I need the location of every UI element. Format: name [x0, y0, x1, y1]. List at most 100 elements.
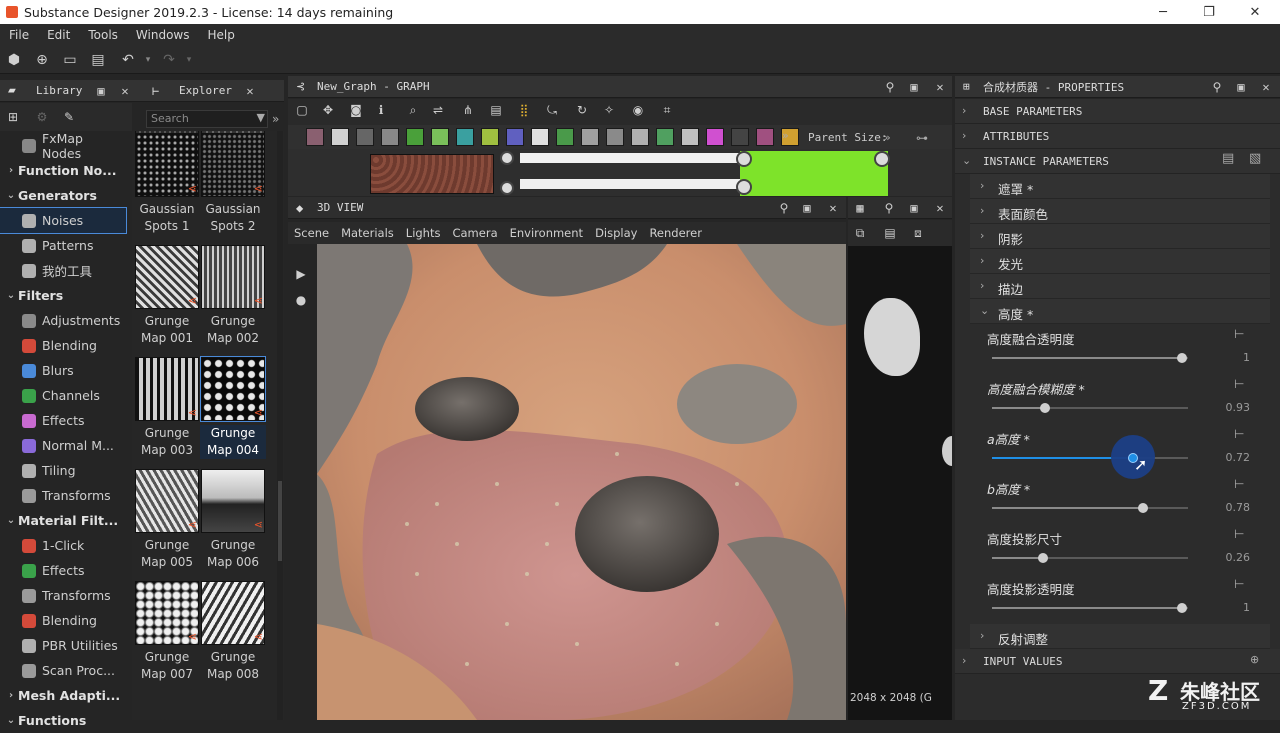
expand-arrow-icon[interactable]: ⌄: [4, 515, 18, 526]
library-category[interactable]: › Mesh Adapti...: [0, 683, 126, 708]
view3d-menu-item[interactable]: Environment: [504, 226, 589, 240]
library-category[interactable]: ⌄ Material Filt...: [0, 508, 126, 533]
graph-port[interactable]: [500, 151, 514, 165]
node-palette-icon[interactable]: [481, 128, 499, 146]
menu-file[interactable]: File: [0, 28, 38, 42]
close-button[interactable]: ✕: [1232, 0, 1278, 24]
graph-node-green[interactable]: [740, 151, 888, 196]
library-tab[interactable]: Library: [36, 84, 82, 97]
library-item[interactable]: Effects: [0, 558, 126, 583]
library-item[interactable]: FxMap Nodes: [0, 131, 126, 161]
library-item[interactable]: Blending: [0, 608, 126, 633]
library-category[interactable]: ⌄ Functions: [0, 708, 126, 733]
light-bulb-icon[interactable]: ●: [293, 292, 309, 308]
node-thumbnail[interactable]: ⋖: [135, 581, 199, 645]
section-arrow-icon[interactable]: ⌄: [962, 154, 971, 167]
expand-arrow-icon[interactable]: ⌄: [4, 290, 18, 301]
view3d-menu-item[interactable]: Materials: [335, 226, 400, 240]
reset-parameter-icon[interactable]: ⊢: [1234, 527, 1244, 541]
close-library-icon[interactable]: ✕: [117, 83, 133, 99]
close-3d-icon[interactable]: ✕: [825, 200, 841, 216]
library-item[interactable]: Noises: [0, 207, 127, 234]
library-item[interactable]: Channels: [0, 383, 126, 408]
group-arrow-icon[interactable]: ›: [980, 254, 984, 267]
node-palette-icon[interactable]: [731, 128, 749, 146]
explorer-tab[interactable]: Explorer: [179, 84, 232, 97]
preset-icon[interactable]: ▤: [1222, 151, 1234, 166]
slider-handle[interactable]: [1138, 503, 1148, 513]
reset-parameter-icon[interactable]: ⊢: [1234, 377, 1244, 391]
reset-parameter-icon[interactable]: ⊢: [1234, 577, 1244, 591]
library-category[interactable]: › Function No...: [0, 158, 126, 183]
group-arrow-icon[interactable]: ›: [980, 179, 984, 192]
minimize-button[interactable]: ─: [1140, 0, 1186, 24]
node-palette-icon[interactable]: [681, 128, 699, 146]
node-palette-icon[interactable]: [381, 128, 399, 146]
expand-arrow-icon[interactable]: ⌄: [4, 715, 18, 726]
graph-port[interactable]: [736, 179, 752, 195]
library-item[interactable]: Scan Proc...: [0, 658, 126, 683]
node-thumbnail[interactable]: ⋖: [135, 469, 199, 533]
group-arrow-icon[interactable]: ›: [980, 279, 984, 292]
pin-3d-icon[interactable]: ⚲: [776, 200, 792, 216]
float-3d-icon[interactable]: ▣: [799, 200, 815, 216]
reset-parameter-icon[interactable]: ⊢: [1234, 427, 1244, 441]
align-icon[interactable]: ▤: [488, 102, 504, 118]
node-palette-icon[interactable]: [431, 128, 449, 146]
edit-icon[interactable]: ✎: [61, 109, 77, 125]
restore-button[interactable]: ❐: [1186, 0, 1232, 24]
close-graph-icon[interactable]: ✕: [932, 79, 948, 95]
chevron-right-icon[interactable]: »: [272, 112, 279, 126]
expand-arrow-icon[interactable]: ›: [4, 165, 18, 176]
resolution-lock-icon[interactable]: ⊶: [916, 131, 928, 145]
graph-canvas[interactable]: [288, 149, 952, 196]
save-icon[interactable]: ▤: [89, 51, 107, 69]
library-item[interactable]: Adjustments: [0, 308, 126, 333]
library-item[interactable]: Transforms: [0, 583, 126, 608]
float-graph-icon[interactable]: ▣: [906, 79, 922, 95]
menu-help[interactable]: Help: [198, 28, 243, 42]
node-palette-icon[interactable]: [606, 128, 624, 146]
node-thumbnail[interactable]: ⋖: [201, 469, 265, 533]
pin-2d-icon[interactable]: ⚲: [881, 200, 897, 216]
slider-handle[interactable]: [1177, 603, 1187, 613]
slider-handle[interactable]: [1038, 553, 1048, 563]
library-category[interactable]: ⌄ Filters: [0, 283, 126, 308]
group-arrow-icon[interactable]: ›: [980, 229, 984, 242]
view3d-menu-item[interactable]: Camera: [446, 226, 503, 240]
save-image-icon[interactable]: ▤: [882, 225, 898, 241]
menu-edit[interactable]: Edit: [38, 28, 79, 42]
float-panel-icon[interactable]: ▣: [93, 83, 109, 99]
group-arrow-icon[interactable]: ›: [980, 629, 984, 642]
search-graph-icon[interactable]: ⌕: [405, 102, 421, 118]
node-palette-icon[interactable]: [706, 128, 724, 146]
open-folder-icon[interactable]: ▭: [61, 51, 79, 69]
share-icon[interactable]: ⋔: [460, 102, 476, 118]
viewport-2d[interactable]: 2048 x 2048 (G: [848, 246, 952, 720]
undo-dropdown-icon[interactable]: ▾: [139, 51, 157, 69]
camera-icon[interactable]: ◙: [348, 102, 364, 118]
library-item[interactable]: 我的工具: [0, 258, 126, 283]
node-palette-icon[interactable]: [456, 128, 474, 146]
library-item[interactable]: Blending: [0, 333, 126, 358]
chevron-more-icon[interactable]: »: [884, 131, 891, 144]
search-input[interactable]: Search ▼: [146, 110, 268, 128]
view3d-menu-item[interactable]: Display: [589, 226, 643, 240]
connect-icon[interactable]: ⤿: [544, 102, 560, 118]
copy-icon[interactable]: ⧉: [852, 225, 868, 241]
slider-handle[interactable]: [1040, 403, 1050, 413]
library-item[interactable]: Transforms: [0, 483, 126, 508]
layout-icon[interactable]: ⣿: [516, 102, 532, 118]
graph-port[interactable]: [500, 181, 514, 195]
export-icon[interactable]: ⧈: [910, 225, 926, 241]
graph-port[interactable]: [874, 151, 890, 167]
crop-icon[interactable]: ⌗: [659, 102, 675, 118]
menu-tools[interactable]: Tools: [79, 28, 127, 42]
video-camera-icon[interactable]: ▶: [293, 266, 309, 282]
checker-icon[interactable]: ▦: [852, 200, 868, 216]
new-folder-icon[interactable]: ⊞: [5, 109, 21, 125]
node-thumbnail[interactable]: ⋖: [135, 245, 199, 309]
pin-props-icon[interactable]: ⚲: [1209, 79, 1225, 95]
library-item[interactable]: 1-Click: [0, 533, 126, 558]
filter-icon[interactable]: ⚙: [34, 109, 50, 125]
